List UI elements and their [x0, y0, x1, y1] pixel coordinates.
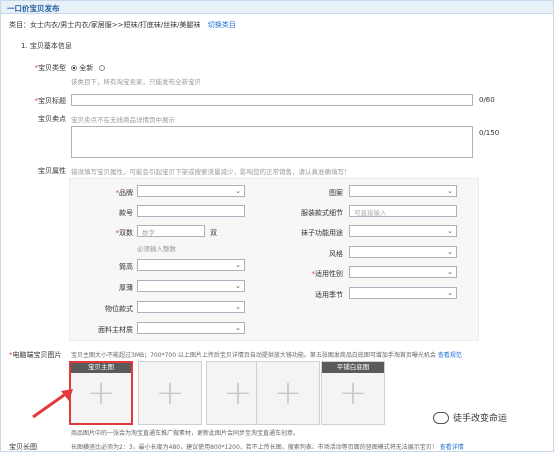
attr-season-label: 适用季节 — [315, 291, 343, 299]
attr-thickness-label: 厚薄 — [119, 284, 133, 292]
page-title: 一口价宝贝发布 — [7, 4, 60, 13]
attr-model-input[interactable] — [137, 205, 245, 217]
radio-icon[interactable] — [71, 65, 77, 71]
image-slot-2[interactable]: + — [138, 361, 202, 425]
attr-style-select[interactable]: ⌄ — [137, 301, 245, 313]
image-slot-4[interactable]: + — [256, 361, 320, 425]
dropdown-arrow-icon: ⌄ — [235, 324, 241, 332]
wechat-logo-icon — [433, 411, 449, 424]
image-slot-5[interactable]: + 平铺白底图 — [321, 361, 385, 425]
attr-pattern-select[interactable]: ⌄ — [349, 185, 457, 197]
attr-model-label: 款号 — [119, 209, 133, 217]
attr-style2-label: 风格 — [329, 250, 343, 258]
section-title: 1. 宝贝基本信息 — [21, 42, 72, 50]
arrow-annotation-icon — [32, 389, 73, 419]
dropdown-arrow-icon: ⌄ — [235, 187, 241, 195]
switch-category-link[interactable]: 切换类目 — [208, 21, 236, 29]
item-type-label: *宝贝类型 — [34, 64, 67, 72]
dropdown-arrow-icon: ⌄ — [447, 227, 453, 235]
plus-icon: + — [155, 373, 185, 413]
attr-brand-label: *品牌 — [115, 189, 134, 197]
publish-page: 一口价宝贝发布 类目：女士内衣/男士内衣/家居服>>短袜/打底袜/丝袜/美腿袜 … — [0, 0, 554, 452]
watermark: 徒手改变命运 — [433, 411, 507, 424]
item-title-counter: 0/60 — [479, 96, 495, 104]
attr-pattern-label: 图案 — [329, 189, 343, 197]
attr-gender-label: *适用性别 — [311, 270, 344, 278]
selling-point-counter: 0/150 — [479, 129, 500, 137]
attr-pairs-input[interactable]: 数字 — [137, 225, 205, 237]
selling-point-hint: 宝贝卖点不在无线商品详情页中展示 — [71, 116, 175, 124]
watermark-text: 徒手改变命运 — [453, 414, 508, 424]
dropdown-arrow-icon: ⌄ — [447, 268, 453, 276]
category-prefix: 类目： — [9, 21, 30, 29]
dropdown-arrow-icon: ⌄ — [447, 248, 453, 256]
attr-pairs-note: 必须输入整数 — [137, 245, 176, 253]
view-detail-link[interactable]: 查看详情 — [440, 444, 464, 451]
attr-detail-input[interactable]: 可直接输入 — [349, 205, 457, 217]
dropdown-arrow-icon: ⌄ — [447, 289, 453, 297]
attr-tube-height-label: 筒高 — [119, 263, 133, 271]
attr-brand-select[interactable]: ⌄ — [137, 185, 245, 197]
attributes-panel — [69, 178, 479, 341]
long-image-hint-row: 长图横竖比必须为2：3，最小长度为480，建议使用800*1200，若不上传长图… — [71, 442, 464, 451]
main-image-hint-row: 宝贝主图大小不能超过3MB；700*700 以上图片上传后宝贝详情页自动提供放大… — [71, 350, 462, 359]
category-path: 女士内衣/男士内衣/家居服>>短袜/打底袜/丝袜/美腿袜 — [30, 21, 201, 29]
item-title-input[interactable] — [71, 94, 473, 106]
attr-material-label: 面料主材质 — [98, 326, 133, 334]
item-title-label: *宝贝标题 — [34, 97, 67, 105]
dropdown-arrow-icon: ⌄ — [447, 187, 453, 195]
view-spec-link[interactable]: 查看规范 — [438, 352, 462, 359]
item-type-hint: 该类目下，所有淘宝卖家，只能发布全新宝贝 — [71, 78, 201, 86]
attr-gender-select[interactable]: ⌄ — [349, 266, 457, 278]
attr-season-select[interactable]: ⌄ — [349, 287, 457, 299]
page-header: 一口价宝贝发布 — [1, 1, 553, 14]
long-image-label: 宝贝长图 — [9, 443, 37, 451]
attr-style-label: 物位款式 — [105, 305, 133, 313]
attr-thickness-select[interactable]: ⌄ — [137, 280, 245, 292]
item-type-options: 全新 — [71, 63, 106, 73]
attributes-hint: 错误填写宝贝属性，可能会引起宝贝下架或搜索流量减少，影响您的正常销售，请认真准确… — [71, 168, 351, 176]
attr-pairs-label: *双数 — [115, 229, 134, 237]
radio-new-label: 全新 — [79, 64, 94, 72]
attr-material-select[interactable]: ⌄ — [137, 322, 245, 334]
attributes-label: 宝贝属性 — [38, 167, 66, 175]
attr-style2-select[interactable]: ⌄ — [349, 246, 457, 258]
selling-point-label: 宝贝卖点 — [38, 115, 66, 123]
plus-icon: + — [273, 373, 303, 413]
radio-icon[interactable] — [99, 65, 106, 71]
main-image-note: 商品图片中的一张会为淘宝直通车推广做素材，更新此图片会同步至淘宝直通车创意。 — [71, 430, 300, 437]
dropdown-arrow-icon: ⌄ — [235, 261, 241, 269]
dropdown-arrow-icon: ⌄ — [235, 282, 241, 290]
main-image-label: *电脑端宝贝图片 — [9, 351, 62, 359]
main-image-hint: 宝贝主图大小不能超过3MB；700*700 以上图片上传后宝贝详情页自动提供放大… — [71, 352, 436, 359]
selling-point-textarea[interactable] — [71, 126, 473, 158]
dropdown-arrow-icon: ⌄ — [235, 303, 241, 311]
attr-function-select[interactable]: ⌄ — [349, 225, 457, 237]
category-row: 类目：女士内衣/男士内衣/家居服>>短袜/打底袜/丝袜/美腿袜 切换类目 — [9, 20, 236, 30]
attr-pairs-unit: 双 — [210, 229, 217, 237]
long-image-hint: 长图横竖比必须为2：3，最小长度为480，建议使用800*1200，若不上传长图… — [71, 444, 438, 451]
attr-detail-label: 服装款式细节 — [301, 209, 343, 217]
image-slot-caption: 平铺白底图 — [322, 362, 384, 373]
attr-function-label: 袜子功能用途 — [301, 229, 343, 237]
attr-tube-height-select[interactable]: ⌄ — [137, 259, 245, 271]
